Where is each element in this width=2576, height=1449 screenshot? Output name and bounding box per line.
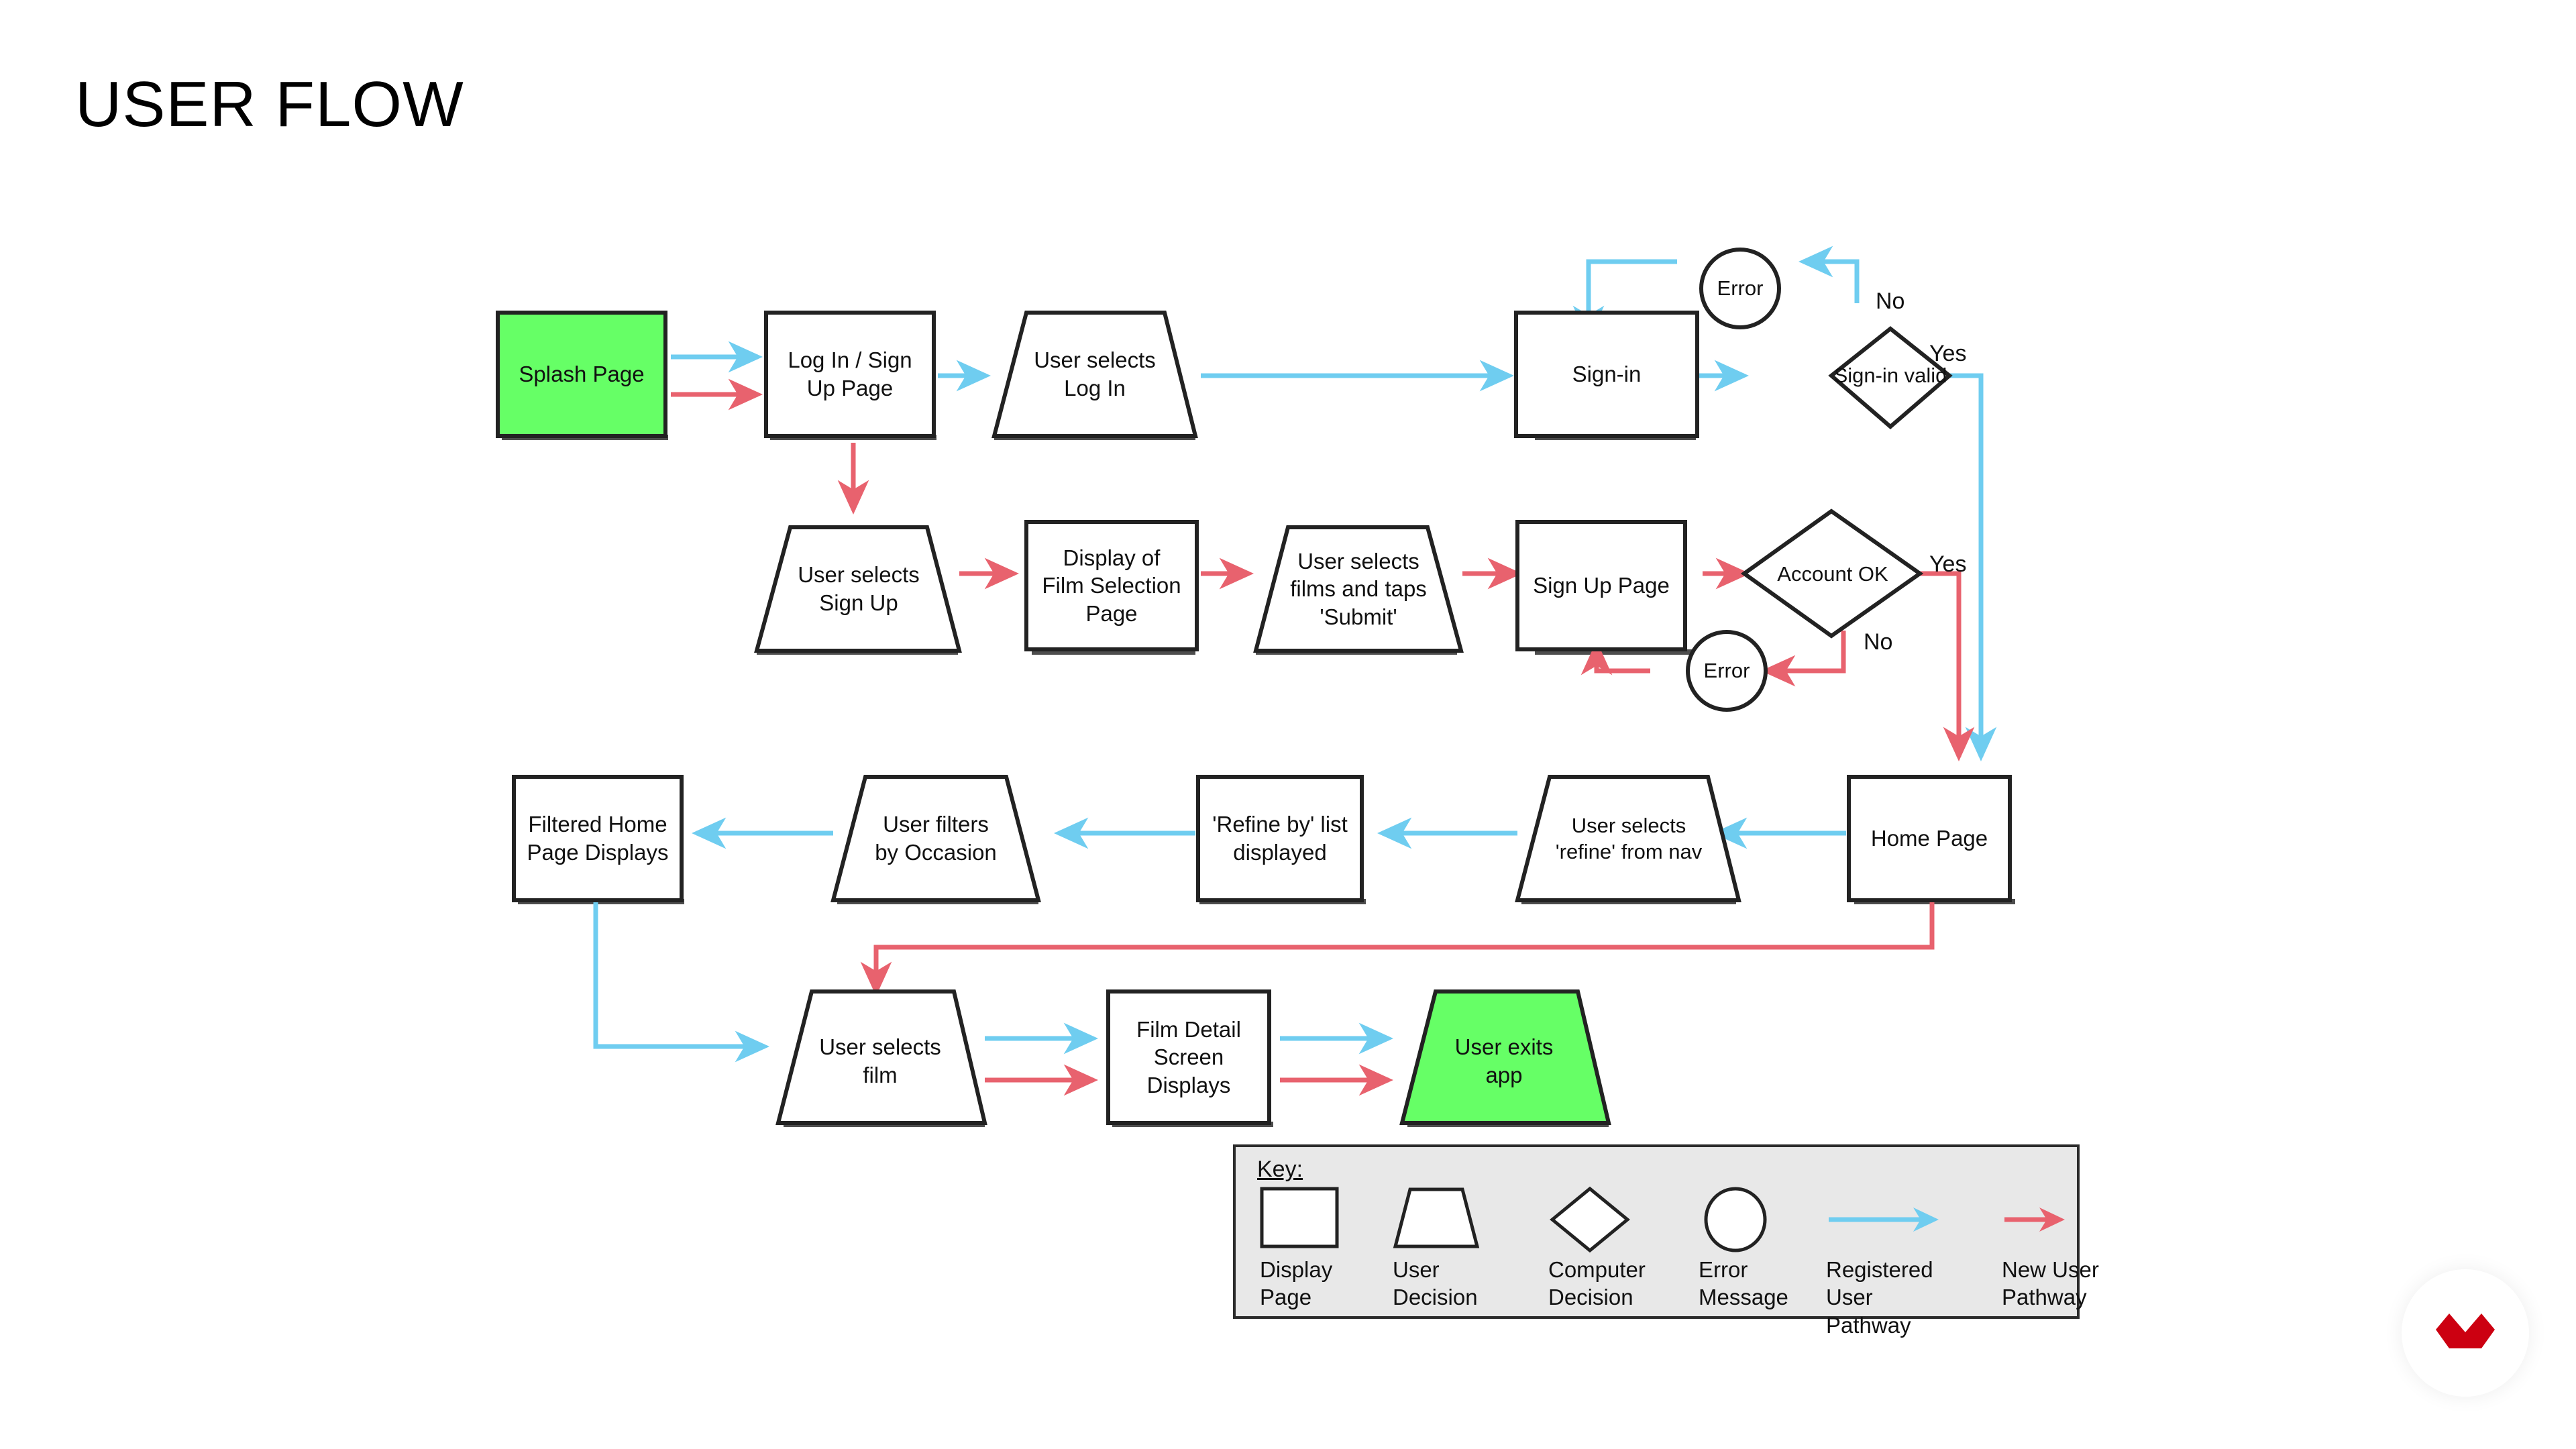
edge-label-signin-yes: Yes — [1929, 341, 1967, 366]
node-user-selects-refine — [1515, 775, 1741, 902]
key-caption-computer-decision: Computer Decision — [1548, 1257, 1646, 1310]
key-item-registered-user-pathway: Registered User Pathway — [1826, 1186, 1960, 1338]
key-caption-display-page: Display Page — [1260, 1257, 1333, 1310]
node-user-selects-film — [775, 989, 987, 1125]
key-item-error-message: Error Message — [1699, 1186, 1833, 1309]
red-arrow-icon — [2002, 1186, 2136, 1253]
key-item-user-decision: User Decision — [1393, 1186, 1527, 1309]
key-item-computer-decision: Computer Decision — [1548, 1186, 1682, 1309]
node-account-ok — [1740, 508, 1924, 639]
key-caption-error-message: Error Message — [1699, 1257, 1788, 1310]
key-panel: Key: Display Page User Decision Computer… — [1233, 1144, 2099, 1338]
edge-label-account-yes: Yes — [1929, 551, 1967, 577]
node-film-detail-screen — [1106, 989, 1271, 1125]
key-caption-user-decision: User Decision — [1393, 1257, 1478, 1310]
key-item-display-page: Display Page — [1260, 1186, 1394, 1309]
key-caption-new-user-pathway: New User Pathway — [2002, 1257, 2099, 1310]
node-user-selects-films — [1253, 525, 1464, 653]
edge-label-account-no: No — [1864, 629, 1893, 655]
brand-logo[interactable] — [2402, 1269, 2529, 1397]
blue-arrow-icon — [1826, 1186, 1960, 1253]
circle-icon — [1699, 1186, 1833, 1253]
node-home-page — [1847, 775, 2012, 902]
node-sign-up-page — [1515, 520, 1687, 651]
node-user-selects-signup — [754, 525, 962, 653]
node-error-signup — [1686, 630, 1768, 712]
key-caption-registered-user-pathway: Registered User Pathway — [1826, 1257, 1933, 1338]
node-user-exits-app — [1399, 989, 1611, 1125]
key-item-new-user-pathway: New User Pathway — [2002, 1186, 2136, 1309]
node-film-selection-page — [1024, 520, 1199, 651]
node-sign-in — [1514, 311, 1699, 438]
logo-mark-icon — [2436, 1313, 2495, 1348]
rect-icon — [1260, 1186, 1394, 1253]
node-login-signup-page — [764, 311, 936, 438]
node-filtered-home-page — [512, 775, 684, 902]
diamond-icon — [1548, 1186, 1682, 1253]
trapezoid-icon — [1393, 1186, 1527, 1253]
node-user-selects-login — [991, 311, 1198, 438]
key-title: Key: — [1257, 1157, 1303, 1182]
node-user-filters — [830, 775, 1041, 902]
node-error-signin — [1699, 248, 1781, 329]
edge-label-signin-no: No — [1876, 288, 1905, 314]
node-refine-by-list — [1196, 775, 1364, 902]
node-splash-page — [496, 311, 667, 438]
